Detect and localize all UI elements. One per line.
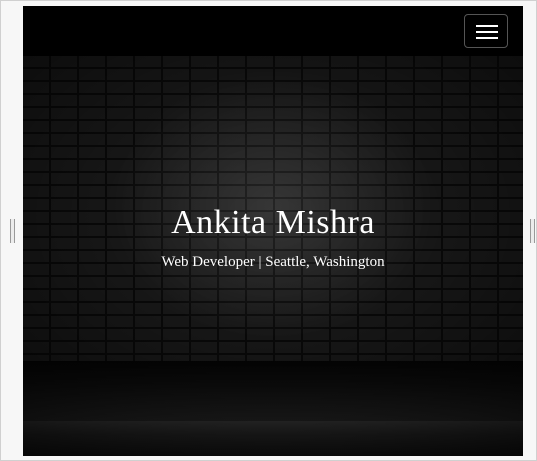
- resize-handle-left[interactable]: [10, 219, 15, 243]
- hamburger-menu-icon: [476, 31, 498, 33]
- hamburger-menu-icon: [476, 25, 498, 27]
- hero-subtitle: Web Developer | Seattle, Washington: [161, 254, 385, 270]
- navbar: [23, 6, 523, 56]
- resize-handle-right[interactable]: [530, 219, 535, 243]
- hero-section: Ankita Mishra Web Developer | Seattle, W…: [23, 56, 523, 456]
- page-viewport: Ankita Mishra Web Developer | Seattle, W…: [23, 6, 523, 456]
- hamburger-menu-button[interactable]: [464, 14, 508, 48]
- hamburger-menu-icon: [476, 37, 498, 39]
- hero-title: Ankita Mishra: [171, 204, 375, 241]
